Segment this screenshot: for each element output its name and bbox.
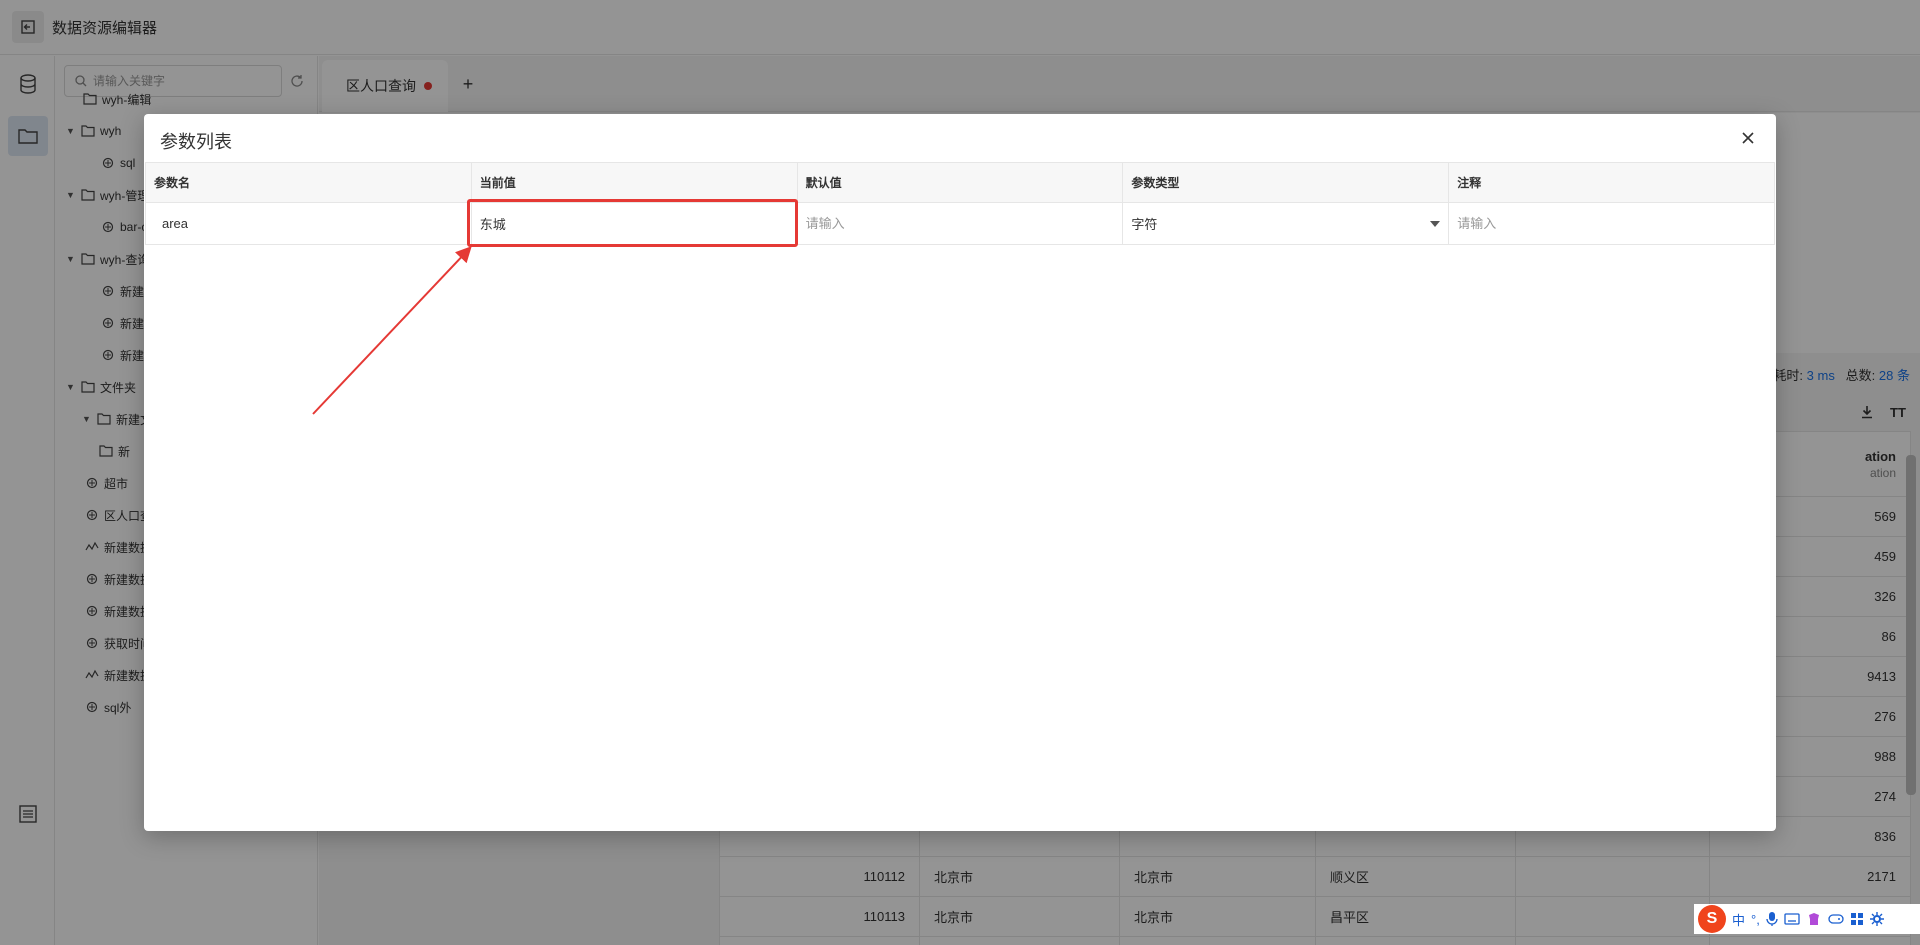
param-table: 参数名 当前值 默认值 参数类型 注释 area 字符 — [145, 162, 1775, 245]
modal-title: 参数列表 — [160, 132, 232, 152]
game-icon[interactable] — [1828, 913, 1844, 925]
microphone-icon[interactable] — [1766, 911, 1778, 927]
comment-cell — [1448, 202, 1775, 245]
sogou-logo-icon[interactable]: S — [1698, 905, 1726, 933]
comment-input[interactable] — [1457, 216, 1766, 231]
highlight-box — [467, 199, 798, 247]
close-button[interactable] — [1734, 124, 1762, 152]
close-icon — [1742, 132, 1754, 144]
col-param-name: 参数名 — [145, 162, 472, 203]
param-type-value: 字符 — [1131, 217, 1158, 232]
grid-icon[interactable] — [1850, 912, 1864, 926]
param-type-cell: 字符 — [1122, 202, 1450, 245]
default-value-cell — [796, 202, 1124, 245]
param-type-select[interactable]: 字符 — [1131, 214, 1441, 233]
param-list-modal: 参数列表 参数名 当前值 默认值 参数类型 注释 area 东城 请输入 字符 … — [144, 114, 1776, 831]
col-current-value: 当前值 — [470, 162, 798, 203]
col-comment: 注释 — [1448, 162, 1775, 203]
col-default-value: 默认值 — [796, 162, 1124, 203]
col-param-type: 参数类型 — [1122, 162, 1450, 203]
caret-down-icon — [1430, 220, 1441, 227]
param-row: area 字符 — [145, 202, 1775, 245]
ime-punct[interactable]: °, — [1751, 912, 1760, 927]
param-name-cell: area — [145, 202, 472, 245]
ime-lang[interactable]: 中 — [1732, 910, 1745, 929]
settings-icon[interactable] — [1869, 912, 1884, 926]
skin-icon[interactable] — [1806, 912, 1822, 926]
keyboard-icon[interactable] — [1784, 913, 1800, 925]
default-value-input[interactable] — [805, 216, 1115, 231]
ime-toolbar: S 中 °, — [1694, 904, 1920, 934]
